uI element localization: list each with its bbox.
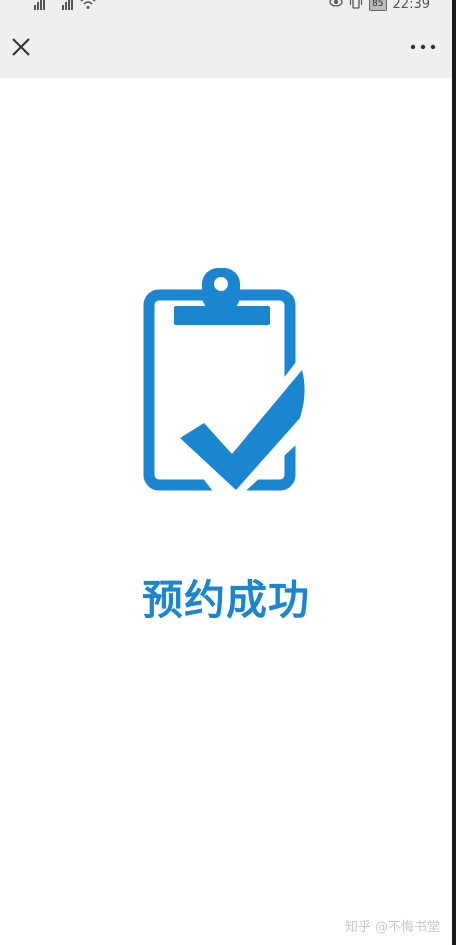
watermark: 知乎 @不悔书堂	[344, 920, 440, 935]
screen-edge	[452, 0, 456, 945]
more-button[interactable]	[408, 34, 438, 60]
status-right: 85 22:39	[329, 0, 430, 12]
signal-icon	[62, 0, 73, 10]
success-title: 预约成功	[142, 576, 310, 624]
signal-icon	[34, 0, 45, 10]
clock: 22:39	[392, 0, 430, 12]
battery-indicator: 85	[369, 0, 387, 11]
wifi-icon	[80, 0, 96, 9]
app-screen: 85 22:39 预约成功 知乎 @不悔书堂	[0, 0, 452, 945]
more-horizontal-icon	[410, 44, 436, 50]
clipboard-check-icon	[143, 268, 308, 492]
status-bar: 85 22:39	[0, 0, 452, 12]
close-button[interactable]	[8, 34, 34, 60]
status-left	[24, 0, 96, 10]
close-icon	[12, 38, 30, 56]
eye-icon	[329, 0, 343, 12]
vibrate-icon	[349, 0, 363, 12]
top-toolbar	[0, 12, 452, 78]
